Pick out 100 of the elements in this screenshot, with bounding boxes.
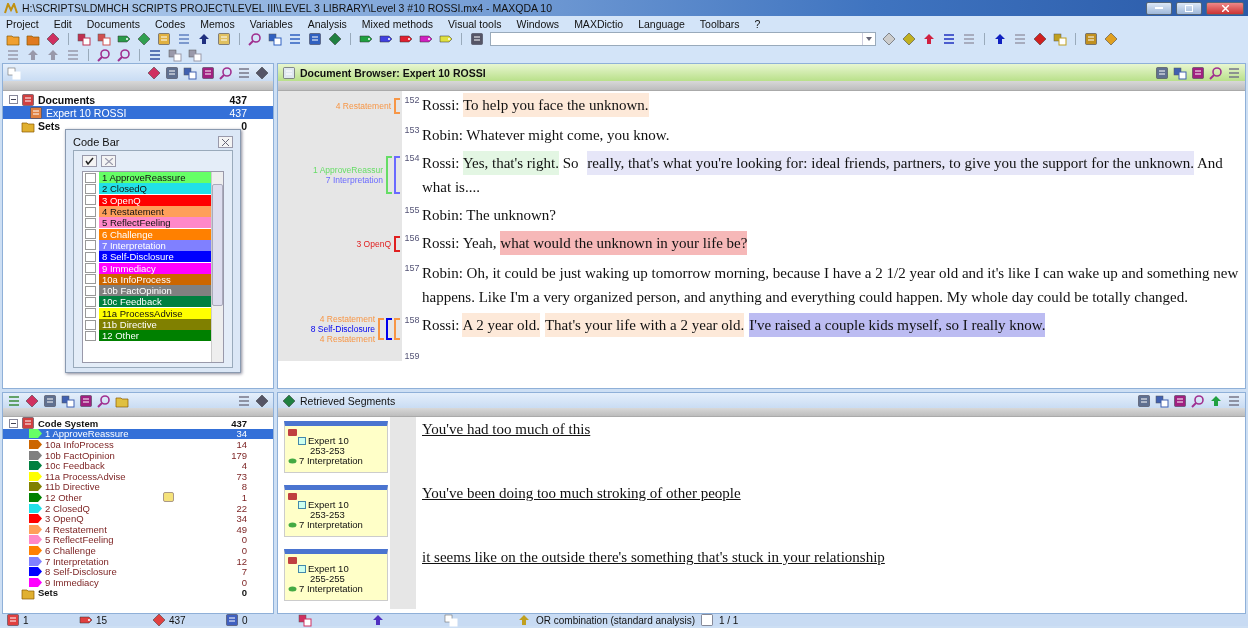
tree-item[interactable]: Documents 437 [3,93,273,106]
checkbox[interactable] [85,195,96,206]
folder-icon[interactable] [21,92,35,107]
memo-icon[interactable] [1173,393,1187,408]
memo-icon[interactable] [201,65,215,80]
search-icon[interactable] [219,65,233,80]
code-tag-icon[interactable] [29,461,42,471]
search-icon[interactable] [1191,393,1205,408]
export-icon[interactable] [1155,393,1169,408]
code-label[interactable]: 8 Self-Disclosure [99,251,211,263]
tree-item[interactable]: Sets 0 [3,119,273,132]
search-icon[interactable] [97,393,111,408]
export-icon[interactable] [1173,65,1187,80]
checkbox[interactable] [85,296,96,307]
search-combo-field[interactable] [490,32,876,46]
checkbox[interactable] [85,308,96,319]
tree-item[interactable]: 2 ClosedQ 22 [3,502,273,514]
code-icon[interactable] [79,613,93,627]
document-window-icon[interactable] [268,32,282,46]
segment-card[interactable]: Expert 10 255-255 7 Interpretation [284,549,388,601]
code-label[interactable]: 8 Self-Disclosure [310,324,375,334]
code-label[interactable]: 5 ReflectFeeling [99,217,211,229]
code-tag-icon[interactable] [29,492,42,502]
code-label[interactable]: 3 OpenQ [99,194,211,206]
menu-item[interactable]: Project [6,17,39,30]
tree-item[interactable]: 3 OpenQ 34 [3,513,273,524]
tree-item[interactable]: 9 Immediacy 0 [3,576,273,588]
code-label[interactable]: 1 ApproveReassure [99,172,211,184]
tree-item[interactable]: 6 Challenge 0 [3,545,273,556]
menu-item[interactable]: Mixed methods [361,17,433,30]
tree-item[interactable]: 10b FactOpinion 179 [3,449,273,461]
code-bracket[interactable] [394,236,400,252]
memo-icon[interactable] [225,613,239,627]
menu-item[interactable]: Codes [154,17,186,30]
copy-icon[interactable] [97,32,111,46]
segment-card[interactable]: Expert 10 253-253 7 Interpretation [284,421,388,473]
menu-item[interactable]: Language [638,17,685,30]
tree-item[interactable]: Expert 10 ROSSI 437 [3,106,273,119]
folder-icon[interactable] [21,416,35,431]
close-button[interactable] [1206,1,1244,15]
code-tag-icon[interactable] [29,567,42,577]
zoom-out-icon[interactable] [117,48,131,62]
checkbox[interactable] [85,217,96,228]
segment-card[interactable]: Expert 10 253-253 7 Interpretation [284,485,388,537]
collapse-toggle[interactable] [9,95,18,104]
memo-icon[interactable] [79,393,93,408]
code-tag-icon[interactable] [29,429,42,439]
checkbox[interactable] [85,206,96,217]
tree-item[interactable]: 4 Restatement 49 [3,523,273,535]
close-button[interactable] [218,136,233,148]
checkbox[interactable] [85,172,96,183]
zoom-in-icon[interactable] [97,48,111,62]
tree-item[interactable]: 11b Directive 8 [3,481,273,493]
menu-item[interactable]: Toolbars [699,17,740,30]
checkbox[interactable] [85,319,96,330]
tree-item[interactable]: 10c Feedback 4 [3,460,273,471]
code-label[interactable]: 3 OpenQ [356,239,391,249]
code-label[interactable]: 11b Directive [99,319,211,330]
document-icon[interactable] [29,105,43,120]
check-all-button[interactable] [82,155,97,167]
collapse-toggle[interactable] [9,418,18,428]
code-label[interactable]: 10b FactOpinion [99,285,211,297]
page-icon[interactable] [699,613,714,627]
code-bracket[interactable] [386,318,392,340]
code-label[interactable]: 7 Interpretation [325,175,383,185]
checkbox[interactable] [85,330,96,341]
checkbox[interactable] [85,183,96,194]
link-icon[interactable] [77,32,91,46]
menu-item[interactable]: Memos [200,17,235,30]
code-tag-icon[interactable] [29,450,42,460]
tree-item[interactable]: 1 ApproveReassure 34 [3,428,273,440]
minimize-button[interactable] [1146,1,1172,15]
code-tag-icon[interactable] [359,32,373,46]
code-tag-icon[interactable] [399,32,413,46]
code-label[interactable]: 10c Feedback [99,296,211,308]
tree-item[interactable]: 5 ReflectFeeling 0 [3,534,273,546]
checkbox[interactable] [85,229,96,240]
tree-item[interactable]: 10a InfoProcess 14 [3,439,273,450]
link-icon[interactable] [298,613,312,627]
tree-item[interactable]: 7 Interpretation 12 [3,555,273,567]
up-icon[interactable] [26,48,40,62]
memo-icon[interactable] [217,32,231,46]
code-bracket[interactable] [394,156,400,194]
menu-item[interactable]: Documents [86,17,140,30]
menu-item[interactable]: Variables [249,17,293,30]
tree-item[interactable]: Code System 437 [3,418,273,429]
document-icon[interactable] [6,613,20,627]
checkbox[interactable] [85,251,96,262]
search-icon[interactable] [1209,65,1223,80]
scrollbar[interactable] [211,172,223,362]
export-icon[interactable] [61,393,75,408]
menu-item[interactable]: Edit [53,17,72,30]
menu-item[interactable]: Windows [516,17,560,30]
code-tag-icon[interactable] [419,32,433,46]
memo-icon[interactable] [1191,65,1205,80]
memo-icon[interactable] [163,492,174,503]
checkbox[interactable] [85,285,96,296]
maximize-button[interactable] [1176,1,1202,15]
code-tag-icon[interactable] [379,32,393,46]
code-tag-icon[interactable] [29,482,42,492]
